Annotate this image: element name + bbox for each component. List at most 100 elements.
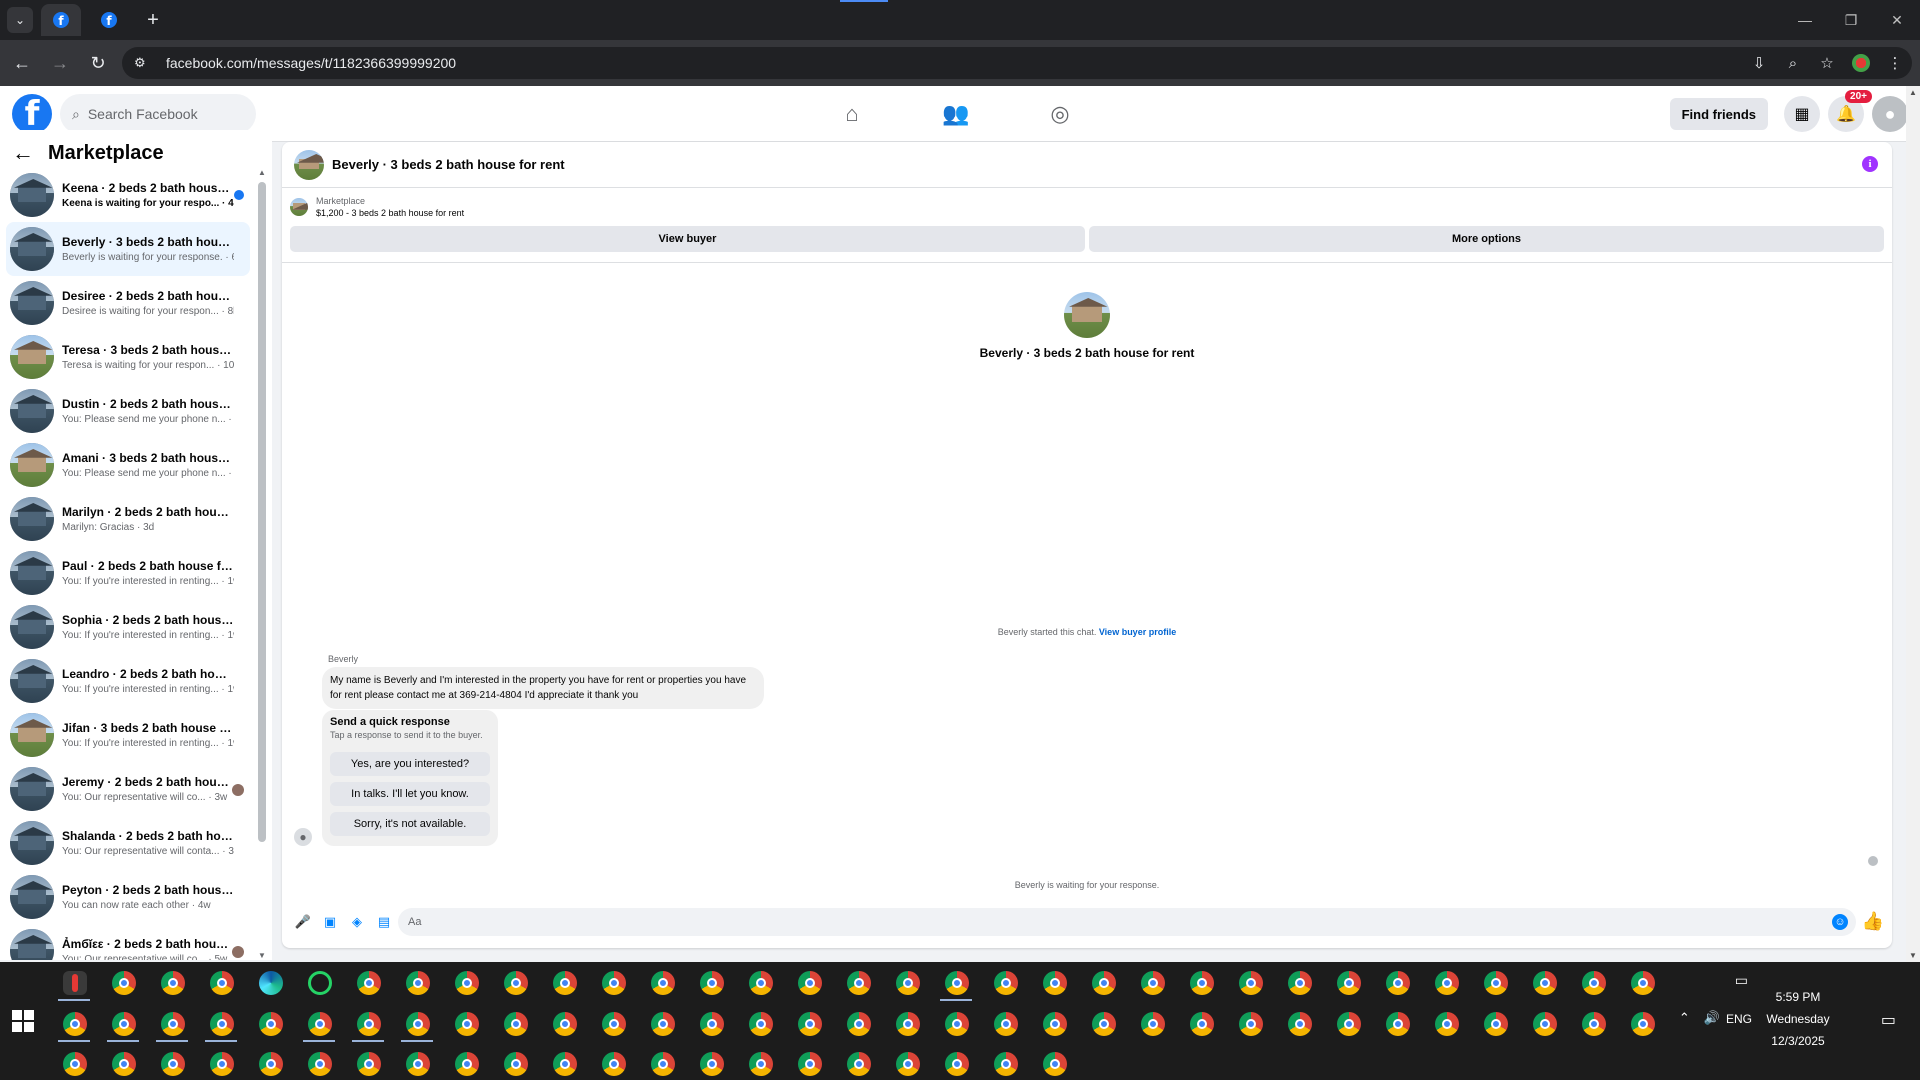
taskbar-chrome-app[interactable]: [1618, 964, 1667, 1002]
forward-icon[interactable]: →: [44, 47, 76, 79]
quick-response-not-available-button[interactable]: Sorry, it's not available.: [330, 812, 490, 836]
conversation-item[interactable]: Leandro · 2 beds 2 bath house f... You: I…: [6, 654, 250, 708]
menu-grid-icon[interactable]: ▦: [1784, 96, 1820, 132]
taskbar-chrome-app[interactable]: [1471, 1005, 1520, 1043]
taskbar-chrome-app[interactable]: [1520, 1005, 1569, 1043]
taskbar-chrome-app[interactable]: [883, 964, 932, 1002]
menu-kebab-icon[interactable]: ⋮: [1878, 54, 1912, 72]
taskbar-chrome-app[interactable]: [540, 1045, 589, 1080]
taskbar-chrome-app[interactable]: [1324, 964, 1373, 1002]
taskbar-chrome-app[interactable]: [981, 1045, 1030, 1080]
photo-icon[interactable]: ▣: [319, 911, 341, 933]
microphone-icon[interactable]: 🎤: [292, 911, 314, 933]
new-tab-icon[interactable]: +: [139, 6, 167, 34]
listing-info[interactable]: Marketplace $1,200 - 3 beds 2 bath house…: [290, 196, 464, 218]
message-bubble[interactable]: My name is Beverly and I'm interested in…: [322, 667, 764, 709]
back-icon[interactable]: ←: [6, 47, 38, 79]
notifications-bell-icon[interactable]: 🔔 20+: [1828, 90, 1872, 132]
taskbar-chrome-app[interactable]: [1128, 964, 1177, 1002]
taskbar-chrome-app[interactable]: [148, 1045, 197, 1080]
message-input-box[interactable]: ☺: [398, 908, 1856, 936]
taskbar-chrome-app[interactable]: [981, 964, 1030, 1002]
taskbar-chrome-app[interactable]: [442, 1005, 491, 1043]
taskbar-chrome-app[interactable]: [1422, 1005, 1471, 1043]
chat-header-avatar[interactable]: [294, 149, 324, 180]
tab-facebook-2[interactable]: f: [89, 4, 129, 36]
taskbar-chrome-app[interactable]: [246, 1045, 295, 1080]
taskbar-chrome-app[interactable]: [638, 1005, 687, 1043]
sidebar-scrollbar[interactable]: ▲ ▼: [258, 168, 266, 960]
taskbar-chrome-app[interactable]: [344, 964, 393, 1002]
scroll-up-icon[interactable]: ▲: [258, 168, 266, 177]
taskbar-chrome-app[interactable]: [344, 1045, 393, 1080]
search-input[interactable]: [87, 106, 238, 122]
taskbar-chrome-app[interactable]: [442, 964, 491, 1002]
taskbar-whatsapp-app[interactable]: [295, 964, 344, 1002]
monitor-icon[interactable]: ▭: [1735, 972, 1748, 989]
notification-center-icon[interactable]: ▭: [1881, 1010, 1896, 1030]
page-scrollbar[interactable]: ▲ ▼: [1906, 86, 1920, 962]
taskbar-chrome-app[interactable]: [50, 1005, 99, 1043]
taskbar-chrome-app[interactable]: [932, 1005, 981, 1043]
groups-icon[interactable]: ◎: [1008, 86, 1112, 142]
taskbar-chrome-app[interactable]: [1275, 1005, 1324, 1043]
taskbar-chrome-app[interactable]: [491, 964, 540, 1002]
taskbar-chrome-app[interactable]: [50, 1045, 99, 1080]
zoom-icon[interactable]: ⌕: [1776, 55, 1810, 72]
back-arrow-icon[interactable]: ←: [12, 140, 34, 166]
taskbar-chrome-app[interactable]: [883, 1005, 932, 1043]
taskbar-chrome-app[interactable]: [834, 1005, 883, 1043]
sticker-icon[interactable]: ◈: [346, 911, 368, 933]
taskbar-chrome-app[interactable]: [932, 964, 981, 1002]
taskbar-chrome-app[interactable]: [687, 1045, 736, 1080]
taskbar-tool-app[interactable]: [50, 964, 99, 1002]
taskbar-chrome-app[interactable]: [393, 1005, 442, 1043]
quick-response-yes-button[interactable]: Yes, are you interested?: [330, 752, 490, 776]
extension-icon[interactable]: [1852, 54, 1870, 72]
conversation-item[interactable]: Dustin · 2 beds 2 bath house fo... You: P…: [6, 384, 250, 438]
taskbar-chrome-app[interactable]: [1373, 1005, 1422, 1043]
conversation-item[interactable]: Marilyn · 2 beds 2 bath house f... Marily…: [6, 492, 250, 546]
conversation-item[interactable]: Teresa · 3 beds 2 bath house for... Teres…: [6, 330, 250, 384]
windows-start-icon[interactable]: [12, 1010, 34, 1032]
taskbar-chrome-app[interactable]: [99, 1005, 148, 1043]
taskbar-chrome-app[interactable]: [344, 1005, 393, 1043]
taskbar-chrome-app[interactable]: [589, 1045, 638, 1080]
friends-icon[interactable]: 👥: [904, 86, 1008, 142]
taskbar-chrome-app[interactable]: [197, 1045, 246, 1080]
conversation-item[interactable]: Keena · 2 beds 2 bath house f... Keena is…: [6, 168, 250, 222]
taskbar-chrome-app[interactable]: [589, 1005, 638, 1043]
conversation-item[interactable]: Beverly · 3 beds 2 bath house f... Beverl…: [6, 222, 250, 276]
taskbar-chrome-app[interactable]: [736, 1045, 785, 1080]
conversation-item[interactable]: Jeremy · 2 beds 2 bath house... You: Our …: [6, 762, 250, 816]
taskbar-chrome-app[interactable]: [883, 1045, 932, 1080]
volume-icon[interactable]: 🔊: [1704, 1010, 1720, 1026]
restore-icon[interactable]: ❐: [1828, 0, 1874, 40]
taskbar-chrome-app[interactable]: [834, 1045, 883, 1080]
taskbar-chrome-app[interactable]: [295, 1005, 344, 1043]
taskbar-chrome-app[interactable]: [393, 964, 442, 1002]
conversation-item[interactable]: Amani · 3 beds 2 bath house fo... You: Pl…: [6, 438, 250, 492]
tray-overflow-icon[interactable]: ⌃: [1679, 1010, 1690, 1026]
taskbar-chrome-app[interactable]: [393, 1045, 442, 1080]
taskbar-chrome-app[interactable]: [1177, 964, 1226, 1002]
taskbar-chrome-app[interactable]: [1030, 964, 1079, 1002]
gif-icon[interactable]: ▤: [373, 911, 395, 933]
taskbar-chrome-app[interactable]: [148, 964, 197, 1002]
facebook-search[interactable]: ⌕: [60, 94, 256, 134]
conversation-item[interactable]: Shalanda · 2 beds 2 bath house ... You: O…: [6, 816, 250, 870]
taskbar-chrome-app[interactable]: [834, 964, 883, 1002]
taskbar-chrome-app[interactable]: [932, 1045, 981, 1080]
taskbar-chrome-app[interactable]: [1030, 1005, 1079, 1043]
chat-title[interactable]: Beverly · 3 beds 2 bath house for rent: [332, 157, 565, 172]
taskbar-chrome-app[interactable]: [1422, 964, 1471, 1002]
taskbar-chrome-app[interactable]: [589, 964, 638, 1002]
conversation-item[interactable]: Desiree · 2 beds 2 bath house f... Desire…: [6, 276, 250, 330]
minimize-icon[interactable]: —: [1782, 0, 1828, 40]
quick-response-in-talks-button[interactable]: In talks. I'll let you know.: [330, 782, 490, 806]
taskbar-chrome-app[interactable]: [638, 1045, 687, 1080]
close-icon[interactable]: ✕: [1874, 0, 1920, 40]
taskbar-chrome-app[interactable]: [295, 1045, 344, 1080]
taskbar-chrome-app[interactable]: [1079, 1005, 1128, 1043]
facebook-logo-icon[interactable]: f: [12, 94, 52, 134]
